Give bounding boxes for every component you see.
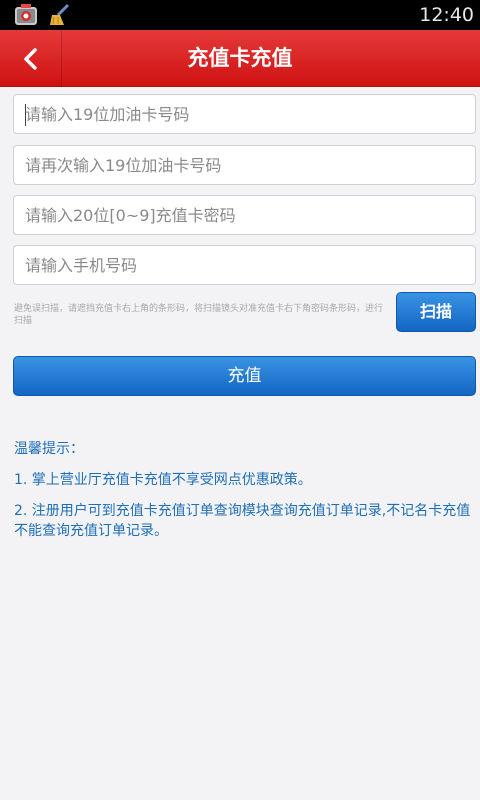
card-number-field[interactable]	[13, 94, 476, 134]
tips-section: 温馨提示： 1. 掌上营业厅充值卡充值不享受网点优惠政策。 2. 注册用户可到充…	[14, 438, 476, 552]
phone-field[interactable]	[13, 245, 476, 285]
title-bar: 充值卡充值	[0, 30, 480, 87]
status-bar: 12:40	[0, 0, 480, 30]
text-cursor	[25, 104, 26, 126]
card-password-input[interactable]	[14, 196, 475, 234]
clock: 12:40	[419, 4, 474, 26]
phone-input[interactable]	[14, 246, 475, 284]
tip-item: 1. 掌上营业厅充值卡充值不享受网点优惠政策。	[14, 472, 312, 488]
page-title: 充值卡充值	[187, 46, 293, 70]
tips-title: 温馨提示：	[14, 441, 84, 457]
card-number-confirm-input[interactable]	[14, 146, 475, 184]
cleaner-broom-icon	[48, 3, 72, 27]
camera-app-icon	[14, 3, 38, 27]
tip-item: 2. 注册用户可到充值卡充值订单查询模块查询充值订单记录,不记名卡充值不能查询充…	[14, 503, 471, 539]
scan-hint-text: 避免误扫描，请遮挡充值卡右上角的条形码，将扫描镜头对准充值卡右下角密码条形码，进…	[14, 304, 384, 326]
card-number-confirm-field[interactable]	[13, 145, 476, 185]
recharge-button[interactable]: 充值	[13, 356, 476, 396]
scan-button[interactable]: 扫描	[396, 292, 476, 332]
card-password-field[interactable]	[13, 195, 476, 235]
card-number-input[interactable]	[14, 95, 475, 133]
